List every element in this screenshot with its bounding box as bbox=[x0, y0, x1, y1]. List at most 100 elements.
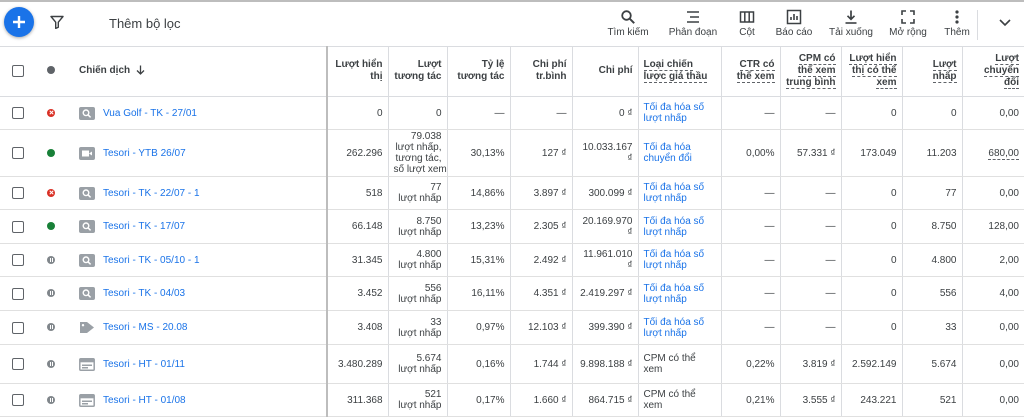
row-checkbox[interactable] bbox=[12, 220, 24, 233]
status-paused-icon[interactable] bbox=[47, 395, 55, 404]
bid-strategy-line[interactable]: lượt nhấp bbox=[644, 260, 716, 271]
clicks-header[interactable]: Lượt nhấp bbox=[901, 46, 962, 97]
bid-strategy-line[interactable]: Tối đa hóa số bbox=[644, 182, 716, 193]
status-green-icon[interactable] bbox=[47, 148, 55, 157]
conversions-value: 2,00 bbox=[999, 254, 1019, 266]
report-label: Báo cáo bbox=[775, 27, 813, 38]
interaction-rate-cell: 15,31% bbox=[446, 243, 510, 277]
select-all-checkbox[interactable] bbox=[12, 64, 24, 77]
bid-strategy-cell: Tối đa hóa số lượt nhấp bbox=[637, 96, 721, 130]
bid-strategy-line[interactable]: Tối đa hóa số bbox=[644, 249, 716, 260]
segment-button[interactable]: Phân đoạn bbox=[665, 9, 721, 43]
toolbar: Thêm bộ lọc Tìm kiếm Phân đoạn Cột Báo c… bbox=[0, 2, 1024, 47]
download-button[interactable]: Tải xuống bbox=[826, 9, 876, 43]
row-status-cell bbox=[36, 209, 66, 244]
impressions-header[interactable]: Lượt hiển thị bbox=[326, 46, 388, 97]
row-checkbox[interactable] bbox=[12, 107, 24, 119]
row-select-cell bbox=[0, 129, 36, 177]
status-header[interactable] bbox=[36, 46, 66, 97]
interaction-rate-header[interactable]: Tỷ lệ tương tác bbox=[446, 46, 510, 97]
add-filter-input[interactable]: Thêm bộ lọc bbox=[109, 16, 181, 31]
interactions-line: số lượt xem bbox=[393, 164, 447, 175]
row-checkbox[interactable] bbox=[12, 187, 24, 199]
report-button[interactable]: Báo cáo bbox=[771, 9, 817, 43]
table-row[interactable]: Tesori - TK - 05/10 - 1 31.345 4.800 lượt n… bbox=[0, 243, 1024, 277]
row-checkbox[interactable] bbox=[12, 358, 24, 370]
row-checkbox[interactable] bbox=[12, 394, 24, 406]
table-row[interactable]: Tesori - MS - 20.08 3.408 33 lượt nhấp 0,97%… bbox=[0, 310, 1024, 345]
impressions-cell: 31.345 bbox=[326, 243, 388, 277]
cost-header[interactable]: Chi phí bbox=[571, 46, 638, 97]
row-checkbox[interactable] bbox=[12, 254, 24, 266]
row-checkbox[interactable] bbox=[12, 147, 24, 159]
campaign-name-link[interactable]: Tesori - MS - 20.08 bbox=[103, 322, 187, 333]
table-row[interactable]: Tesori - YTB 26/07 262.296 79.038 lượt nhấp… bbox=[0, 129, 1024, 177]
interactions-line: 0 bbox=[435, 107, 442, 119]
conversions-cell: 128,00 bbox=[961, 209, 1024, 244]
interaction-rate-cell: 13,23% bbox=[446, 209, 510, 244]
row-checkbox[interactable] bbox=[12, 321, 24, 334]
table-row[interactable]: Tesori - TK - 04/03 3.452 556 lượt nhấp 16,1… bbox=[0, 276, 1024, 311]
status-green-icon[interactable] bbox=[47, 222, 55, 231]
filter-icon[interactable] bbox=[50, 15, 64, 29]
bid-strategy-header[interactable]: Loại chiến lược giá thầu bbox=[637, 46, 721, 97]
campaign-name-link[interactable]: Tesori - TK - 04/03 bbox=[103, 288, 185, 299]
table-row[interactable]: Tesori - TK - 17/07 66.148 8.750 lượt nhấp 1… bbox=[0, 209, 1024, 244]
table-row[interactable]: Tesori - TK - 22/07 - 1 518 77 lượt nhấp 14,… bbox=[0, 176, 1024, 210]
bid-strategy-line[interactable]: Tối đa hóa số bbox=[644, 102, 716, 113]
chevron-down-icon[interactable] bbox=[998, 18, 1012, 28]
table-row[interactable]: Vua Golf - TK - 27/01 0 0— —0 ₫ Tối đa hóa s… bbox=[0, 96, 1024, 130]
status-paused-icon[interactable] bbox=[47, 359, 55, 368]
more-button[interactable]: Thêm bbox=[940, 9, 974, 43]
impressions-cell: 518 bbox=[326, 176, 388, 210]
status-paused-icon[interactable] bbox=[47, 289, 55, 298]
campaign-name-link[interactable]: Tesori - TK - 05/10 - 1 bbox=[103, 255, 200, 266]
bid-strategy-line[interactable]: Tối đa hóa số bbox=[644, 216, 716, 227]
table-row[interactable]: Tesori - HT - 01/11 3.480.289 5.674 lượt nh… bbox=[0, 344, 1024, 384]
viewable-ctr-cell: — bbox=[720, 96, 780, 130]
columns-button[interactable]: Cột bbox=[728, 9, 766, 43]
segment-label: Phân đoạn bbox=[668, 27, 718, 38]
viewable-cpm-cell: — bbox=[779, 176, 841, 210]
status-paused-icon[interactable] bbox=[47, 323, 55, 332]
expand-button[interactable]: Mở rộng bbox=[884, 9, 932, 43]
create-button[interactable] bbox=[4, 7, 34, 37]
bid-strategy-line[interactable]: lượt nhấp bbox=[644, 227, 716, 238]
status-red-icon[interactable] bbox=[47, 188, 55, 197]
viewable-cpm-header[interactable]: CPM có thể xem trung bình bbox=[779, 46, 841, 97]
viewable-impressions-header[interactable]: Lượt hiển thị có thể xem bbox=[840, 46, 902, 97]
row-checkbox[interactable] bbox=[12, 287, 24, 300]
campaign-name-link[interactable]: Tesori - HT - 01/08 bbox=[103, 395, 186, 406]
campaign-name-link[interactable]: Tesori - YTB 26/07 bbox=[103, 148, 186, 159]
viewable-impressions-cell: 173.049 bbox=[840, 129, 902, 177]
status-paused-icon[interactable] bbox=[47, 255, 55, 264]
bid-strategy-line[interactable]: chuyển đổi bbox=[644, 153, 716, 164]
conversions-value[interactable]: 680,00 bbox=[988, 147, 1019, 160]
campaign-name-link[interactable]: Tesori - TK - 17/07 bbox=[103, 221, 185, 232]
campaign-header[interactable]: Chiến dịch bbox=[66, 46, 327, 97]
campaign-name-link[interactable]: Vua Golf - TK - 27/01 bbox=[103, 108, 197, 119]
interactions-header[interactable]: Lượt tương tác bbox=[387, 46, 447, 97]
bid-strategy-line[interactable]: lượt nhấp bbox=[644, 294, 716, 305]
avg-cost-header-label: Chi phí tr.bình bbox=[532, 59, 567, 82]
bid-strategy-line[interactable]: lượt nhấp bbox=[644, 113, 716, 124]
status-red-icon[interactable] bbox=[47, 108, 55, 117]
bid-strategy-line[interactable]: Tối đa hóa số bbox=[644, 283, 716, 294]
interactions-cell: 33 lượt nhấp bbox=[387, 310, 447, 345]
conversions-header[interactable]: Lượt chuyển đổi bbox=[961, 46, 1024, 97]
bid-strategy-line[interactable]: lượt nhấp bbox=[644, 328, 716, 339]
table-row[interactable]: Tesori - HT - 01/08 311.368 521 lượt nhấp 0,… bbox=[0, 383, 1024, 417]
campaign-name-link[interactable]: Tesori - HT - 01/11 bbox=[103, 359, 185, 370]
avg-cost-header[interactable]: Chi phí tr.bình bbox=[509, 46, 572, 97]
bid-strategy-line: CPM có thể xem bbox=[643, 353, 696, 375]
avg-cost-cell: 2.305 ₫ bbox=[509, 209, 572, 244]
row-status-cell bbox=[36, 276, 66, 311]
interaction-rate-cell: 16,11% bbox=[446, 276, 510, 311]
bid-strategy-line[interactable]: Tối đa hóa bbox=[644, 142, 716, 153]
bid-strategy-line[interactable]: Tối đa hóa số bbox=[644, 317, 716, 328]
viewable-ctr-header[interactable]: CTR có thể xem bbox=[720, 46, 780, 97]
bid-strategy-line[interactable]: lượt nhấp bbox=[644, 193, 716, 204]
campaign-name-link[interactable]: Tesori - TK - 22/07 - 1 bbox=[103, 188, 200, 199]
search-button[interactable]: Tìm kiếm bbox=[606, 9, 650, 43]
viewable-impressions-cell: 0 bbox=[840, 310, 902, 345]
